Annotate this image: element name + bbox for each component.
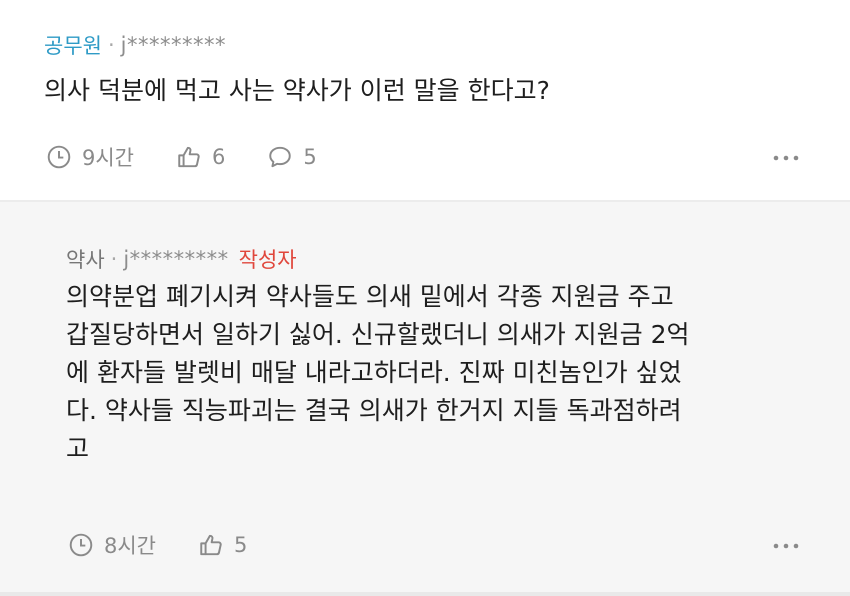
- clock-icon: [47, 145, 71, 169]
- comment-reply-button[interactable]: 5: [267, 144, 317, 170]
- bottom-divider: [0, 592, 850, 596]
- reply-like-count: 5: [234, 533, 248, 557]
- clock-icon: [69, 533, 93, 557]
- comment-time: 9시간: [46, 142, 134, 172]
- comment-reply-count: 5: [303, 145, 317, 169]
- comment-card: 공무원 · j********* 의사 덕분에 먹고 사는 약사가 이런 말을 …: [0, 0, 850, 200]
- reply-meta: 약사 · j********* 작성자: [66, 244, 297, 274]
- speech-bubble-icon: [269, 146, 292, 168]
- reply-text-line: 갑질당하면서 일하기 싫어. 신규할랬더니 의새가 지원금 2억: [66, 320, 690, 349]
- comment-like-count: 6: [212, 145, 226, 169]
- reply-actions: 8시간 5: [68, 530, 289, 560]
- reply-text-line: 고: [66, 434, 90, 463]
- reply-text-line: 다. 약사들 직능파괴는 결국 의새가 한거지 지들 독과점하려: [66, 396, 682, 425]
- reply-time-label: 8시간: [104, 534, 157, 558]
- author-badge: 작성자: [238, 248, 297, 272]
- meta-separator-dot: ·: [107, 33, 115, 57]
- reply-text: 의약분업 폐기시켜 약사들도 의새 밑에서 각종 지원금 주고 갑질당하면서 일…: [66, 278, 816, 468]
- reply-more-button[interactable]: [772, 536, 800, 549]
- reply-text-line: 에 환자들 발렛비 매달 내라고하더라. 진짜 미친놈인가 싶었: [66, 358, 682, 387]
- comment-meta: 공무원 · j*********: [44, 30, 226, 60]
- reply-card: 약사 · j********* 작성자 의약분업 폐기시켜 약사들도 의새 밑에…: [0, 202, 850, 596]
- reply-text-line: 의약분업 폐기시켜 약사들도 의새 밑에서 각종 지원금 주고: [66, 282, 674, 311]
- reply-time: 8시간: [68, 530, 156, 560]
- comment-user-id: j*********: [120, 33, 226, 57]
- comment-time-label: 9시간: [82, 146, 135, 170]
- thumbs-up-icon: [200, 534, 222, 556]
- comment-actions: 9시간 6 5: [46, 142, 359, 172]
- comment-like-button[interactable]: 6: [176, 144, 225, 170]
- reply-user-id: j*********: [123, 247, 229, 271]
- more-dots-icon: [773, 543, 799, 549]
- reply-like-button[interactable]: 5: [198, 532, 247, 558]
- thumbs-up-icon: [178, 146, 200, 168]
- comment-more-button[interactable]: [772, 148, 800, 161]
- meta-separator-dot: ·: [110, 247, 118, 271]
- comment-text: 의사 덕분에 먹고 사는 약사가 이런 말을 한다고?: [44, 76, 550, 105]
- reply-author[interactable]: 약사: [66, 244, 105, 274]
- comment-author[interactable]: 공무원: [44, 30, 102, 60]
- more-dots-icon: [773, 155, 799, 161]
